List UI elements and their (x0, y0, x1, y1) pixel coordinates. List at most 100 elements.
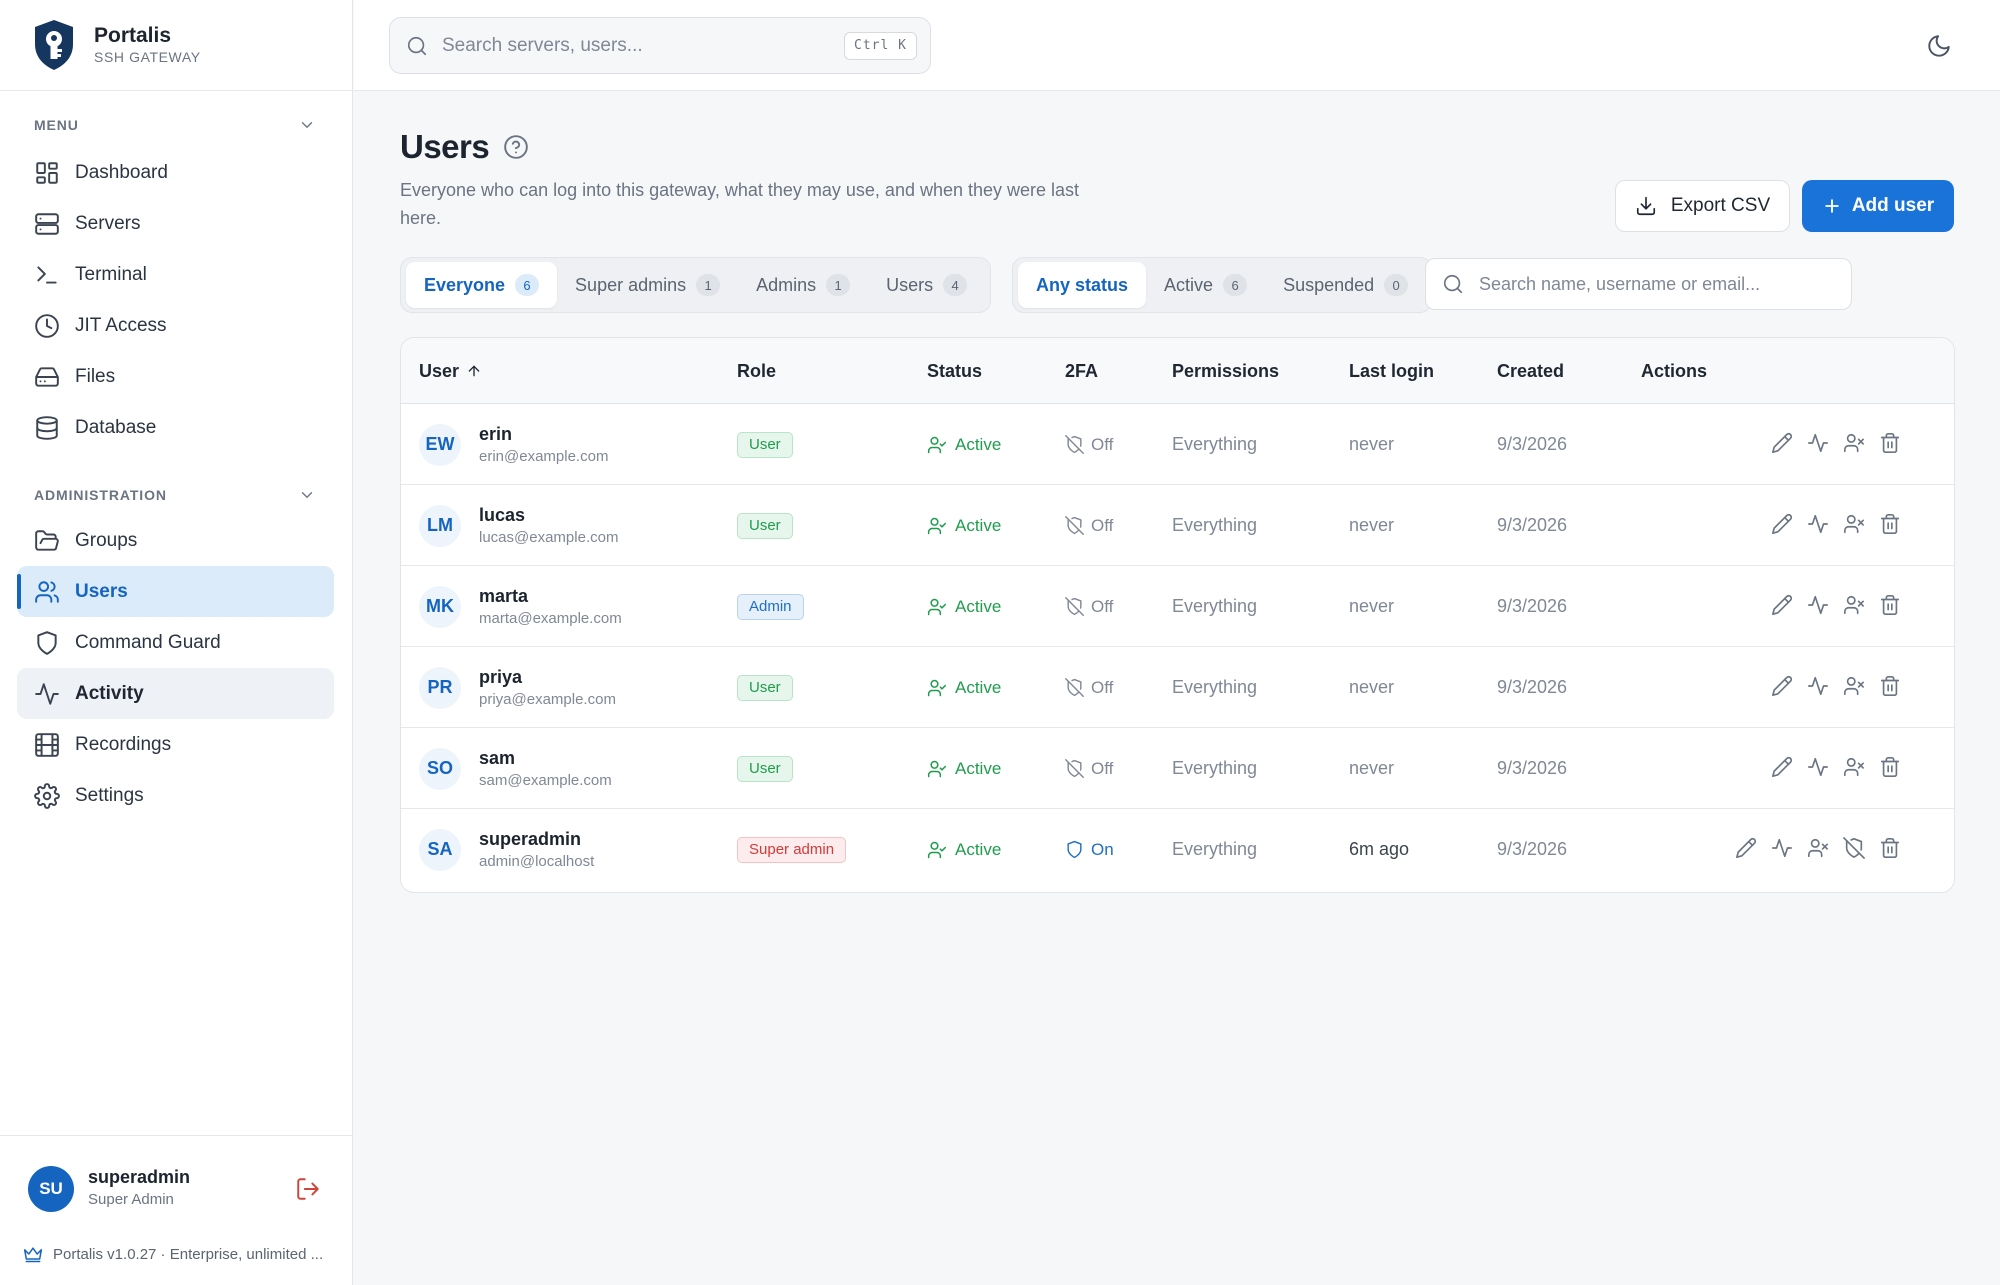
suspend-user-button[interactable] (1843, 675, 1865, 697)
sidebar-item-jit-access[interactable]: JIT Access (17, 300, 334, 351)
add-user-button[interactable]: Add user (1802, 180, 1954, 232)
avatar[interactable]: SU (28, 1166, 74, 1212)
edit-user-button[interactable] (1771, 675, 1793, 697)
table-row[interactable]: MK marta marta@example.com Admin Active Off Ev… (401, 566, 1954, 647)
view-activity-button[interactable] (1807, 513, 1829, 535)
global-search-input[interactable] (442, 34, 822, 57)
page-title: Users (400, 128, 529, 166)
suspend-user-button[interactable] (1843, 756, 1865, 778)
delete-user-button[interactable] (1879, 432, 1901, 454)
username[interactable]: marta (479, 585, 622, 607)
2fa-status: Off (1065, 678, 1113, 698)
role-badge: User (737, 431, 793, 458)
sidebar-item-dashboard[interactable]: Dashboard (17, 147, 334, 198)
sidebar-item-terminal[interactable]: Terminal (17, 249, 334, 300)
sidebar-item-recordings[interactable]: Recordings (17, 719, 334, 770)
view-activity-button[interactable] (1807, 756, 1829, 778)
created-text: 9/3/2026 (1497, 677, 1568, 697)
table-row[interactable]: PR priya priya@example.com User Active Off Eve… (401, 647, 1954, 728)
edit-user-button[interactable] (1771, 513, 1793, 535)
username[interactable]: superadmin (479, 828, 594, 850)
column-header-2fa[interactable]: 2FA (1065, 338, 1098, 404)
user-x-icon (1808, 838, 1828, 858)
logout-icon[interactable] (295, 1176, 321, 1202)
column-header-status[interactable]: Status (927, 338, 982, 404)
delete-user-button[interactable] (1879, 756, 1901, 778)
user-check-icon (927, 436, 947, 453)
users-table: User Role Status 2FA Permissions Last lo… (400, 337, 1955, 893)
sidebar-item-groups[interactable]: Groups (17, 515, 334, 566)
export-csv-button[interactable]: Export CSV (1615, 180, 1790, 232)
column-header-last-login[interactable]: Last login (1349, 338, 1434, 404)
view-activity-button[interactable] (1771, 837, 1793, 859)
activity-icon (1808, 595, 1828, 615)
username[interactable]: lucas (479, 504, 618, 526)
global-search[interactable]: Ctrl K (389, 17, 931, 74)
moon-icon[interactable] (1926, 33, 1952, 59)
sidebar-item-servers[interactable]: Servers (17, 198, 334, 249)
sidebar-item-command-guard[interactable]: Command Guard (17, 617, 334, 668)
tab-super-admins[interactable]: Super admins 1 (557, 262, 738, 308)
edit-user-button[interactable] (1771, 432, 1793, 454)
role-badge: Super admin (737, 836, 847, 863)
delete-user-button[interactable] (1879, 513, 1901, 535)
2fa-text: Off (1091, 677, 1114, 697)
edit-user-button[interactable] (1771, 594, 1793, 616)
table-row[interactable]: LM lucas lucas@example.com User Active Off Eve… (401, 485, 1954, 566)
view-activity-button[interactable] (1807, 594, 1829, 616)
sidebar-item-database[interactable]: Database (17, 402, 334, 453)
table-search-input[interactable] (1479, 273, 1839, 295)
sidebar: Portalis SSH GATEWAY MENU Dashboard Serv… (0, 0, 353, 1285)
created-text: 9/3/2026 (1497, 596, 1568, 616)
edit-user-button[interactable] (1771, 756, 1793, 778)
user-email: marta@example.com (479, 609, 622, 627)
sidebar-item-settings[interactable]: Settings (17, 770, 334, 821)
status-cell: Active (927, 647, 1001, 728)
delete-user-button[interactable] (1879, 675, 1901, 697)
tab-admins[interactable]: Admins 1 (738, 262, 868, 308)
suspend-user-button[interactable] (1843, 513, 1865, 535)
tab-users[interactable]: Users 4 (868, 262, 985, 308)
table-search[interactable] (1425, 258, 1852, 310)
administration-section-header[interactable]: ADMINISTRATION (0, 483, 352, 507)
view-activity-button[interactable] (1807, 432, 1829, 454)
2fa-text: Off (1091, 515, 1114, 535)
database-icon (36, 415, 58, 440)
sidebar-item-files[interactable]: Files (17, 351, 334, 402)
suspend-user-button[interactable] (1843, 594, 1865, 616)
help-circle-icon[interactable] (503, 134, 529, 160)
dashboard-icon (36, 161, 58, 184)
trash-icon (1880, 595, 1900, 615)
menu-section-header[interactable]: MENU (0, 113, 352, 137)
delete-user-button[interactable] (1879, 837, 1901, 859)
2fa-status: Off (1065, 759, 1113, 779)
column-header-user[interactable]: User (419, 338, 482, 404)
brand[interactable]: Portalis SSH GATEWAY (0, 0, 352, 91)
column-header-role[interactable]: Role (737, 338, 776, 404)
username[interactable]: priya (479, 666, 616, 688)
tab-suspended[interactable]: Suspended 0 (1265, 262, 1426, 308)
status-cell: Active (927, 485, 1001, 566)
username[interactable]: erin (479, 423, 608, 445)
edit-user-button[interactable] (1735, 837, 1757, 859)
status-text: Active (955, 596, 1002, 616)
table-row[interactable]: SA superadmin admin@localhost Super admin Ac… (401, 809, 1954, 890)
tab-any-status[interactable]: Any status (1018, 262, 1147, 308)
suspend-user-button[interactable] (1843, 432, 1865, 454)
table-row[interactable]: SO sam sam@example.com User Active Off Everyth… (401, 728, 1954, 809)
column-header-permissions[interactable]: Permissions (1172, 338, 1279, 404)
delete-user-button[interactable] (1879, 594, 1901, 616)
view-activity-button[interactable] (1807, 675, 1829, 697)
tab-everyone[interactable]: Everyone 6 (406, 262, 558, 308)
created-cell: 9/3/2026 (1497, 647, 1567, 728)
suspend-user-button[interactable] (1807, 837, 1829, 859)
table-row[interactable]: EW erin erin@example.com User Active Off Every… (401, 404, 1954, 485)
sidebar-item-label: Servers (75, 212, 141, 234)
column-header-created[interactable]: Created (1497, 338, 1564, 404)
disable-2fa-button[interactable] (1843, 837, 1865, 859)
sidebar-item-users[interactable]: Users (17, 566, 334, 617)
sidebar-item-activity[interactable]: Activity (17, 668, 334, 719)
tab-active[interactable]: Active 6 (1146, 262, 1265, 308)
2fa-text: Off (1091, 758, 1114, 778)
username[interactable]: sam (479, 747, 612, 769)
